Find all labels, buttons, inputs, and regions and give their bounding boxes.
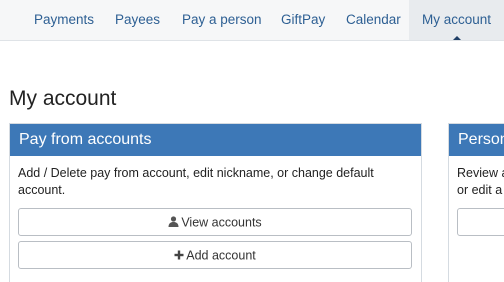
panel-body: Review a or edit a bbox=[449, 156, 504, 236]
nav-my-account-label: My account bbox=[422, 12, 492, 27]
view-accounts-button[interactable]: View accounts bbox=[18, 208, 412, 236]
nav-giftpay[interactable]: GiftPay bbox=[281, 0, 325, 40]
view-accounts-label: View accounts bbox=[181, 215, 262, 230]
page-title: My account bbox=[9, 87, 117, 110]
add-account-button[interactable]: Add account bbox=[18, 241, 412, 269]
pay-from-accounts-panel: Pay from accounts Add / Delete pay from … bbox=[9, 123, 422, 282]
active-tab-indicator bbox=[452, 36, 461, 40]
panel-header: Pay from accounts bbox=[10, 124, 421, 156]
top-navigation: Payments Payees Pay a person GiftPay Cal… bbox=[0, 0, 504, 41]
panel-description-line: or edit a bbox=[457, 183, 503, 197]
nav-payees[interactable]: Payees bbox=[115, 0, 160, 40]
panel-body: Add / Delete pay from account, edit nick… bbox=[10, 156, 421, 269]
panel-description-line: Review a bbox=[457, 166, 504, 180]
panel-header: Person bbox=[449, 124, 504, 156]
nav-pay-a-person[interactable]: Pay a person bbox=[182, 0, 262, 40]
nav-calendar[interactable]: Calendar bbox=[346, 0, 401, 40]
page: Payments Payees Pay a person GiftPay Cal… bbox=[0, 0, 504, 282]
plus-icon bbox=[174, 243, 184, 269]
person-panel: Person Review a or edit a bbox=[448, 123, 504, 282]
panel-description: Add / Delete pay from account, edit nick… bbox=[18, 166, 374, 197]
nav-payments[interactable]: Payments bbox=[34, 0, 94, 40]
nav-my-account[interactable]: My account bbox=[409, 0, 504, 40]
panel-button[interactable] bbox=[457, 208, 504, 236]
add-account-label: Add account bbox=[186, 248, 256, 263]
user-icon bbox=[168, 210, 179, 236]
